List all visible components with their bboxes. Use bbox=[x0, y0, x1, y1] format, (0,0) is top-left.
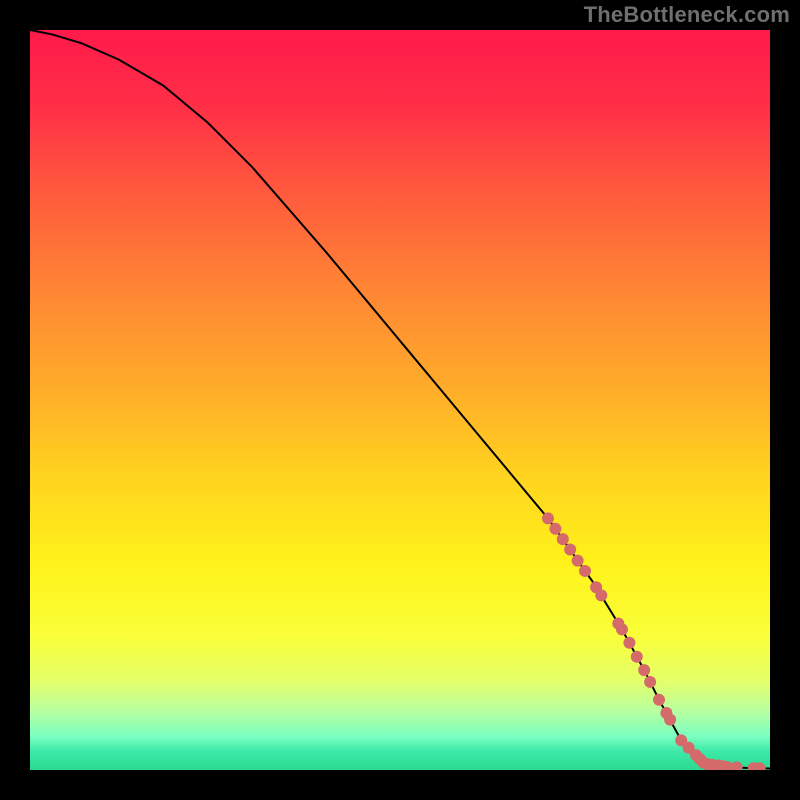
data-point bbox=[595, 589, 607, 601]
plot-area bbox=[30, 30, 770, 770]
data-point bbox=[542, 512, 554, 524]
data-point bbox=[664, 714, 676, 726]
data-point bbox=[579, 565, 591, 577]
data-point bbox=[653, 694, 665, 706]
data-point bbox=[557, 533, 569, 545]
gradient-background bbox=[30, 30, 770, 770]
chart-frame: TheBottleneck.com bbox=[0, 0, 800, 800]
data-point bbox=[623, 637, 635, 649]
data-point bbox=[549, 523, 561, 535]
data-point bbox=[638, 664, 650, 676]
data-point bbox=[564, 543, 576, 555]
data-point bbox=[631, 651, 643, 663]
plot-svg bbox=[30, 30, 770, 770]
data-point bbox=[572, 555, 584, 567]
watermark-text: TheBottleneck.com bbox=[584, 2, 790, 28]
data-point bbox=[644, 676, 656, 688]
data-point bbox=[616, 623, 628, 635]
